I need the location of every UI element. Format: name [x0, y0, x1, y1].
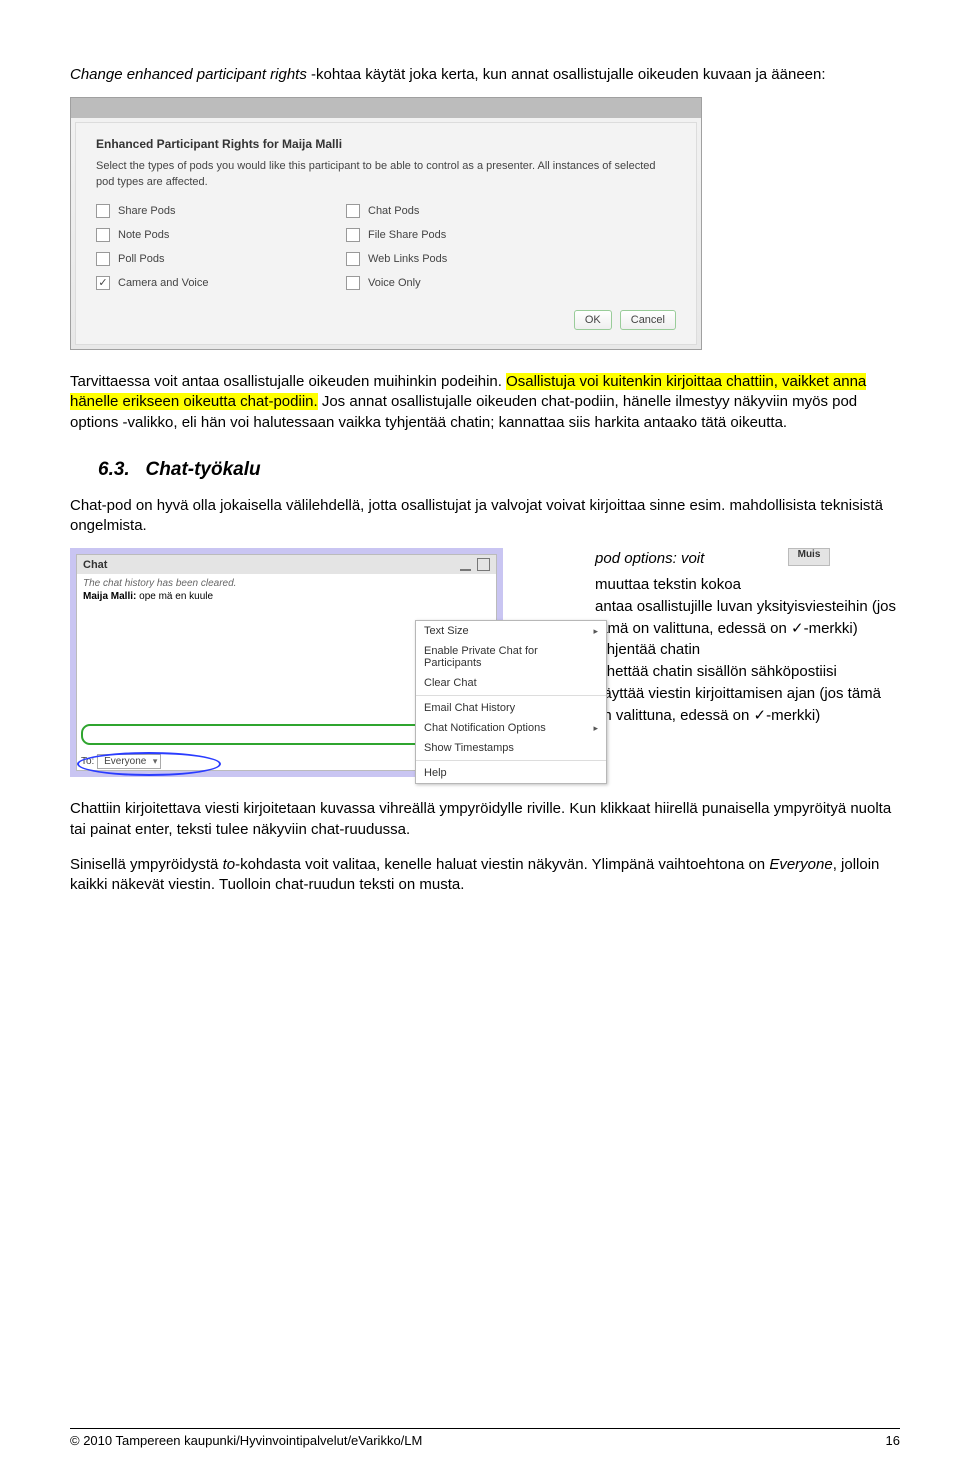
menu-help[interactable]: Help [416, 763, 606, 783]
section-title: Chat-työkalu [146, 459, 261, 480]
options-icon[interactable] [477, 558, 490, 571]
dialog-heading: Enhanced Participant Rights for Maija Ma… [96, 137, 676, 151]
menu-label: Email Chat History [424, 702, 515, 714]
opt-line-2: antaa osallistujille luvan yksityisviest… [595, 596, 900, 640]
check-poll-pods[interactable]: Poll Pods [96, 252, 306, 266]
pod-options-menu: Text Size ▸ Enable Private Chat for Part… [415, 620, 607, 784]
submenu-arrow-icon: ▸ [594, 723, 599, 734]
menu-email-history[interactable]: Email Chat History [416, 698, 606, 718]
chat-title: Chat [83, 559, 107, 571]
after-italic-to: to [223, 856, 236, 873]
check-label: Note Pods [118, 229, 169, 241]
menu-label: Text Size [424, 625, 469, 637]
chat-text: ope mä en kuule [136, 591, 213, 602]
check-label: File Share Pods [368, 229, 446, 241]
to-value: Everyone [104, 756, 146, 767]
options-explanation: pod options: voit muuttaa tekstin kokoa … [595, 548, 900, 777]
mid-paragraph: Tarvittaessa voit antaa osallistujalle o… [70, 372, 900, 433]
check-camera-voice[interactable]: ✓ Camera and Voice [96, 276, 306, 290]
checkbox-icon [96, 252, 110, 266]
checkmark-icon: ✓ [791, 620, 804, 637]
menu-separator [416, 760, 606, 761]
checkbox-icon [346, 276, 360, 290]
checkbox-icon-checked: ✓ [96, 276, 110, 290]
after-p1: Chattiin kirjoitettava viesti kirjoiteta… [70, 799, 900, 840]
to-label: To: [81, 756, 94, 767]
to-dropdown[interactable]: Everyone [97, 754, 161, 769]
menu-label: Chat Notification Options [424, 722, 546, 734]
after-italic-everyone: Everyone [769, 856, 832, 873]
check-label: Poll Pods [118, 253, 164, 265]
after-p2: Sinisellä ympyröidystä to-kohdasta voit … [70, 855, 900, 896]
chat-titlebar: Chat [77, 555, 496, 574]
checkbox-icon [346, 252, 360, 266]
menu-label: Enable Private Chat for Participants [424, 645, 598, 669]
muis-label: Muis [788, 548, 830, 566]
checkbox-icon [346, 204, 360, 218]
checkbox-grid: Share Pods Chat Pods Note Pods File Shar… [96, 204, 676, 290]
intro-italic: Change enhanced participant rights [70, 66, 307, 83]
section-paragraph: Chat-pod on hyvä olla jokaisella välileh… [70, 496, 900, 537]
chat-author: Maija Malli: [83, 591, 136, 602]
chat-input[interactable] [81, 724, 464, 745]
opt-line-4: lähettää chatin sisällön sähköpostiisi [595, 661, 900, 683]
check-weblinks-pods[interactable]: Web Links Pods [346, 252, 556, 266]
rights-dialog: Enhanced Participant Rights for Maija Ma… [70, 97, 702, 350]
cancel-button[interactable]: Cancel [620, 310, 676, 330]
menu-label: Help [424, 767, 447, 779]
opt-line-3: tyhjentää chatin [595, 639, 900, 661]
menu-label: Show Timestamps [424, 742, 514, 754]
checkbox-icon [346, 228, 360, 242]
chat-message: Maija Malli: ope mä en kuule [83, 591, 490, 602]
menu-text-size[interactable]: Text Size ▸ [416, 621, 606, 641]
check-share-pods[interactable]: Share Pods [96, 204, 306, 218]
intro-paragraph: Change enhanced participant rights -koht… [70, 65, 900, 85]
dialog-subtext: Select the types of pods you would like … [96, 159, 676, 190]
footer-page-number: 16 [886, 1433, 900, 1448]
opt-line-5: näyttää viestin kirjoittamisen ajan (jos… [595, 683, 900, 727]
intro-rest: -kohtaa käytät joka kerta, kun annat osa… [307, 66, 826, 83]
check-label: Voice Only [368, 277, 421, 289]
page-footer: © 2010 Tampereen kaupunki/Hyvinvointipal… [70, 1428, 900, 1448]
footer-left: © 2010 Tampereen kaupunki/Hyvinvointipal… [70, 1433, 422, 1448]
minimize-icon[interactable] [460, 558, 471, 571]
dialog-titlebar [71, 98, 701, 118]
menu-clear-chat[interactable]: Clear Chat [416, 673, 606, 693]
check-note-pods[interactable]: Note Pods [96, 228, 306, 242]
checkbox-icon [96, 204, 110, 218]
menu-show-timestamps[interactable]: Show Timestamps [416, 738, 606, 758]
menu-separator [416, 695, 606, 696]
ok-button[interactable]: OK [574, 310, 612, 330]
checkbox-icon [96, 228, 110, 242]
submenu-arrow-icon: ▸ [594, 626, 599, 637]
menu-notification-options[interactable]: Chat Notification Options ▸ [416, 718, 606, 738]
options-title-b: voit [677, 550, 705, 567]
menu-label: Clear Chat [424, 677, 477, 689]
chat-pod: Chat The chat history has been cleared. … [70, 548, 503, 777]
check-label: Share Pods [118, 205, 175, 217]
section-heading: 6.3. Chat-työkalu [98, 459, 900, 481]
check-voice-only[interactable]: Voice Only [346, 276, 556, 290]
check-label: Camera and Voice [118, 277, 209, 289]
check-label: Chat Pods [368, 205, 419, 217]
check-fileshare-pods[interactable]: File Share Pods [346, 228, 556, 242]
check-label: Web Links Pods [368, 253, 447, 265]
menu-enable-private-chat[interactable]: Enable Private Chat for Participants [416, 641, 606, 673]
options-title-a: pod options: [595, 550, 677, 567]
check-chat-pods[interactable]: Chat Pods [346, 204, 556, 218]
checkmark-icon: ✓ [754, 707, 767, 724]
mid-text-a: Tarvittaessa voit antaa osallistujalle o… [70, 373, 506, 390]
opt-line-1: muuttaa tekstin kokoa [595, 574, 900, 596]
section-num: 6.3. [98, 459, 130, 480]
chat-cleared-text: The chat history has been cleared. [83, 578, 490, 589]
